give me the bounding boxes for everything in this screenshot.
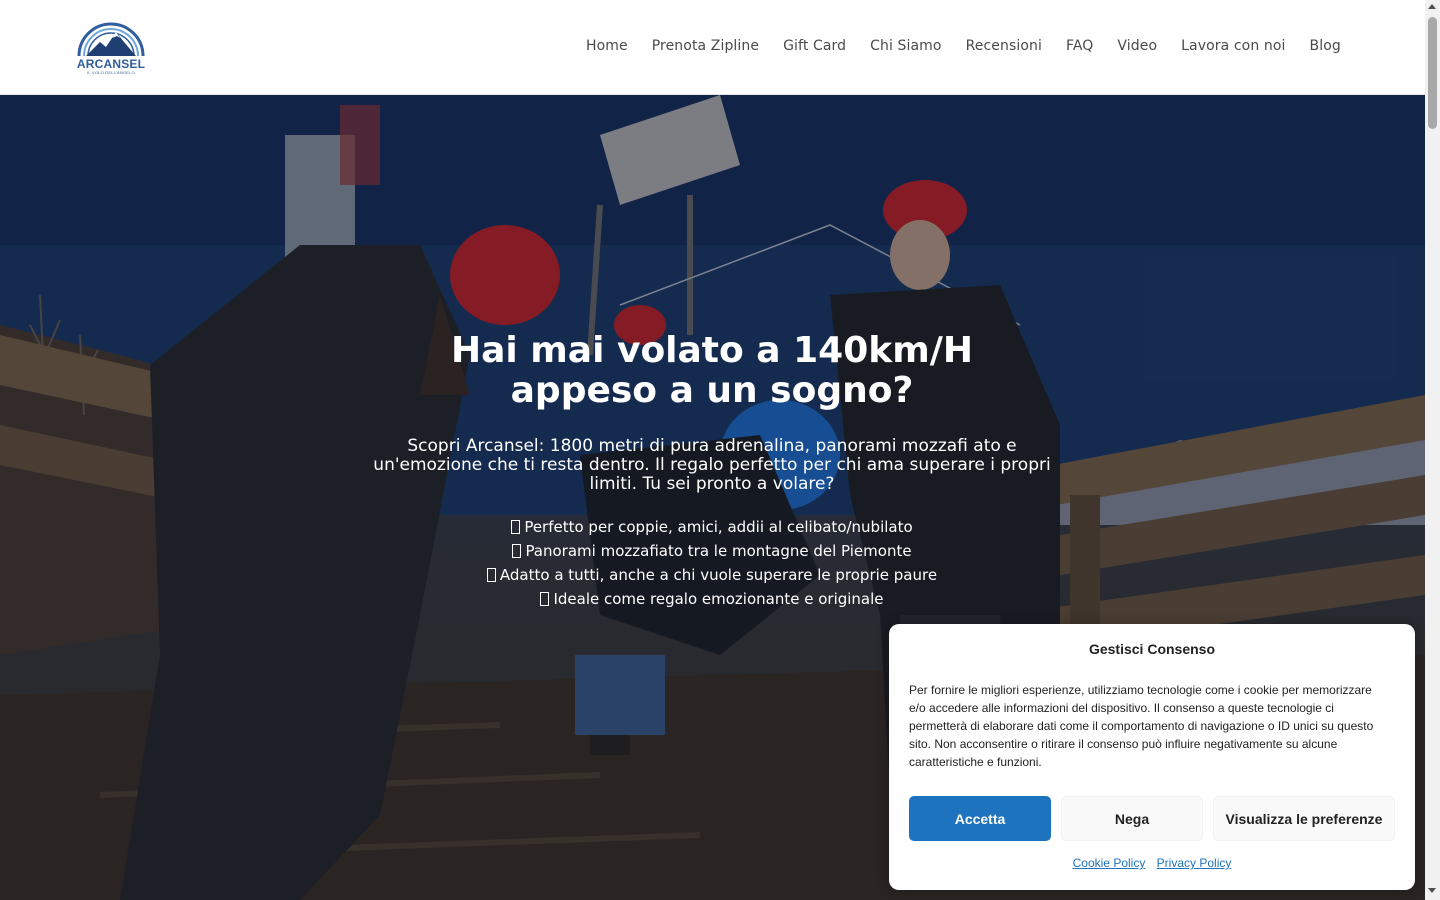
deny-button[interactable]: Nega — [1061, 796, 1203, 841]
scrollbar-thumb[interactable] — [1428, 17, 1437, 129]
main-nav: Home Prenota Zipline Gift Card Chi Siamo… — [586, 38, 1341, 54]
list-item: Panorami mozzafiato tra le montagne del … — [362, 539, 1062, 563]
cookie-consent-dialog: Gestisci Consenso Per fornire le miglior… — [889, 624, 1415, 890]
nav-video[interactable]: Video — [1117, 38, 1157, 54]
logo-tagline: IL VOLO DELL'ANGELO — [87, 70, 135, 75]
site-header: ARCANSEL IL VOLO DELL'ANGELO Home Prenot… — [0, 0, 1425, 95]
scroll-up-arrow-icon[interactable] — [1428, 4, 1436, 9]
page-scrollbar[interactable] — [1425, 0, 1440, 900]
list-item: Adatto a tutti, anche a chi vuole supera… — [362, 563, 1062, 587]
nav-blog[interactable]: Blog — [1310, 38, 1341, 54]
missing-glyph-icon — [512, 544, 522, 558]
nav-chi-siamo[interactable]: Chi Siamo — [870, 38, 941, 54]
cookie-policy-links: Cookie Policy Privacy Policy — [889, 856, 1415, 870]
nav-prenota-zipline[interactable]: Prenota Zipline — [652, 38, 759, 54]
cookie-dialog-text: Per fornire le migliori esperienze, util… — [909, 683, 1374, 769]
missing-glyph-icon — [540, 592, 550, 606]
accept-button[interactable]: Accetta — [909, 796, 1051, 841]
list-item: Perfetto per coppie, amici, addii al cel… — [362, 515, 1062, 539]
nav-home[interactable]: Home — [586, 38, 628, 54]
nav-recensioni[interactable]: Recensioni — [966, 38, 1042, 54]
hero-bullet-list: Perfetto per coppie, amici, addii al cel… — [362, 515, 1062, 611]
hero-title-line-2: appeso a un sogno? — [510, 370, 914, 411]
hero-subtitle: Scopri Arcansel: 1800 metri di pura adre… — [373, 436, 1051, 494]
nav-lavora-con-noi[interactable]: Lavora con noi — [1181, 38, 1285, 54]
logo[interactable]: ARCANSEL IL VOLO DELL'ANGELO — [76, 20, 146, 78]
missing-glyph-icon — [486, 568, 496, 582]
hero-title: Hai mai volato a 140km/H appeso a un sog… — [362, 331, 1062, 411]
hero-title-line-1: Hai mai volato a 140km/H — [451, 330, 973, 371]
nav-faq[interactable]: FAQ — [1066, 38, 1093, 54]
logo-wordmark: ARCANSEL — [76, 57, 146, 71]
list-item: Ideale come regalo emozionante e origina… — [362, 587, 1062, 611]
cookie-policy-link[interactable]: Cookie Policy — [1073, 856, 1146, 870]
nav-gift-card[interactable]: Gift Card — [783, 38, 846, 54]
logo-mountain-icon — [77, 22, 145, 57]
missing-glyph-icon — [511, 520, 521, 534]
scroll-down-arrow-icon[interactable] — [1428, 888, 1436, 893]
cookie-dialog-title: Gestisci Consenso — [1088, 641, 1216, 657]
view-preferences-button[interactable]: Visualizza le preferenze — [1213, 796, 1395, 841]
privacy-policy-link[interactable]: Privacy Policy — [1157, 856, 1232, 870]
